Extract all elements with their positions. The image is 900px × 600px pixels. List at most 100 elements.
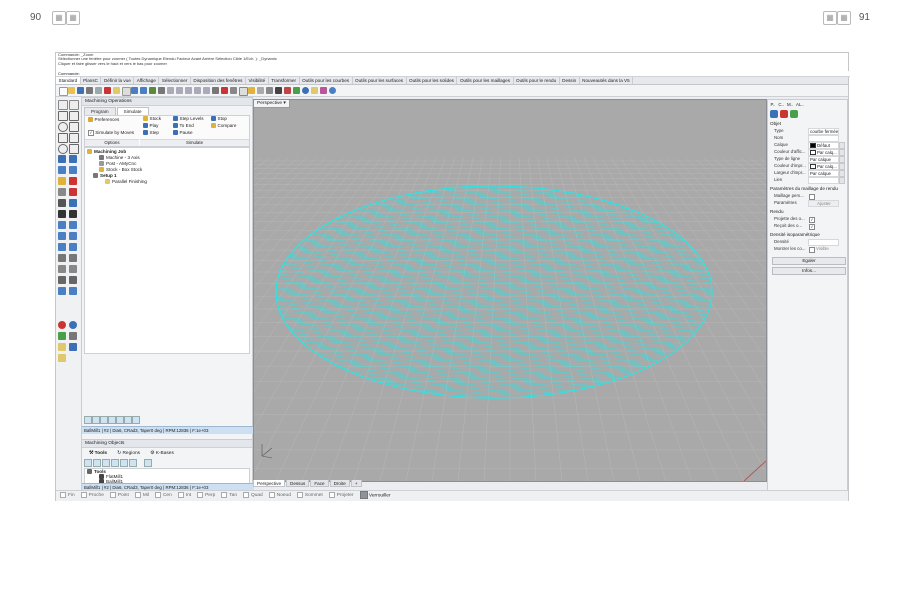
tab-tools[interactable]: ⚒ Tools bbox=[84, 449, 112, 458]
toolbar-tab-curve-tools[interactable]: Outils pour les courbes bbox=[300, 77, 353, 84]
chamfer-mill-icon[interactable] bbox=[111, 459, 119, 467]
simulate-by-moves-checkbox[interactable]: ✓ Simulate by Moves bbox=[88, 130, 134, 136]
sun-icon[interactable] bbox=[58, 343, 66, 351]
dropdown-arrow-icon[interactable] bbox=[839, 156, 845, 163]
osnap-perpendicular[interactable]: Perp bbox=[194, 491, 218, 501]
to-end-button[interactable]: To End bbox=[173, 123, 194, 129]
cut-icon[interactable] bbox=[104, 87, 111, 94]
osnap-near[interactable]: Proche bbox=[78, 491, 107, 501]
revolve-icon[interactable] bbox=[69, 166, 77, 174]
drill-icon[interactable] bbox=[120, 459, 128, 467]
toolbar-tab-display[interactable]: Affichage bbox=[134, 77, 160, 84]
play-button[interactable]: Play bbox=[143, 123, 158, 129]
toolbar-tab-solid-tools[interactable]: Outils pour les solides bbox=[407, 77, 458, 84]
toolbar-tab-transform[interactable]: Transformer bbox=[269, 77, 300, 84]
osnap-mid[interactable]: Mil bbox=[132, 491, 152, 501]
zoom-all-icon[interactable] bbox=[203, 87, 210, 94]
osnap-knot[interactable]: Noeud bbox=[266, 491, 294, 501]
osnap-end[interactable]: Fin bbox=[56, 491, 78, 501]
step-levels-button[interactable]: Step Levels bbox=[173, 116, 204, 122]
tree-node-parallel-finishing[interactable]: Parallel Finishing bbox=[105, 179, 147, 185]
solid-icon[interactable] bbox=[58, 177, 66, 185]
move-icon[interactable] bbox=[58, 232, 66, 240]
copy-icon[interactable] bbox=[113, 87, 120, 94]
dropdown-arrow-icon[interactable] bbox=[839, 142, 845, 149]
texture-icon[interactable] bbox=[311, 87, 318, 94]
paste-icon[interactable] bbox=[122, 87, 131, 96]
hatch-icon[interactable] bbox=[69, 265, 77, 273]
render-mesh-icon[interactable] bbox=[58, 332, 66, 340]
text-icon[interactable] bbox=[58, 265, 66, 273]
light-icon[interactable] bbox=[248, 87, 255, 94]
environment-icon[interactable] bbox=[302, 87, 309, 94]
toolbar-tab-drafting[interactable]: Dessin bbox=[560, 77, 580, 84]
clipping-plane-icon[interactable] bbox=[58, 354, 66, 362]
print-icon[interactable] bbox=[86, 87, 93, 94]
tab-simulate[interactable]: Simulate bbox=[116, 107, 149, 115]
loft-icon[interactable] bbox=[69, 155, 77, 163]
polygon-icon[interactable] bbox=[69, 133, 79, 143]
fillet-icon[interactable] bbox=[58, 199, 66, 207]
lock-icon[interactable] bbox=[266, 87, 273, 94]
trim-icon[interactable] bbox=[58, 210, 66, 218]
toolbar-tab-surface-tools[interactable]: Outils pour les surfaces bbox=[353, 77, 407, 84]
zoom-icon[interactable] bbox=[167, 87, 174, 94]
osnap-point[interactable]: Point bbox=[107, 491, 132, 501]
texture-mapping-icon[interactable] bbox=[790, 110, 798, 118]
toolbar-tab-render-tools[interactable]: Outils pour le rendu bbox=[514, 77, 560, 84]
grid-icon[interactable] bbox=[239, 87, 248, 96]
array-icon[interactable] bbox=[58, 254, 66, 262]
viewport-tab-right[interactable]: Droite bbox=[329, 480, 350, 487]
split-icon[interactable] bbox=[69, 210, 77, 218]
align-icon[interactable] bbox=[69, 254, 77, 262]
perspective-viewport[interactable]: Perspective ▾ bbox=[253, 99, 767, 482]
tab-program[interactable]: Program bbox=[84, 107, 116, 115]
toolbar-tab-select[interactable]: Sélectionner bbox=[159, 77, 191, 84]
check-icon[interactable] bbox=[69, 276, 77, 284]
ball-mill-icon[interactable] bbox=[93, 459, 101, 467]
dropdown-arrow-icon[interactable] bbox=[839, 163, 845, 170]
ellipse-icon[interactable] bbox=[58, 144, 68, 154]
material-icon[interactable] bbox=[293, 87, 300, 94]
compare-button[interactable]: Compare bbox=[211, 123, 236, 129]
dimension-icon[interactable] bbox=[69, 188, 77, 196]
tab-materials[interactable]: M.. bbox=[785, 101, 794, 108]
show-isocurves-checkbox[interactable] bbox=[809, 247, 815, 253]
zoom-extents-icon[interactable] bbox=[185, 87, 192, 94]
camera-icon[interactable] bbox=[69, 332, 77, 340]
stock-button[interactable]: Stock bbox=[143, 116, 161, 122]
offset-icon[interactable] bbox=[69, 199, 77, 207]
osnap-project[interactable]: Projeter bbox=[326, 491, 357, 501]
flat-mill-icon[interactable] bbox=[84, 459, 92, 467]
op-icon-5[interactable] bbox=[116, 416, 124, 424]
point-icon[interactable] bbox=[230, 87, 237, 94]
mirror-icon[interactable] bbox=[69, 243, 77, 251]
osnap-intersection[interactable]: Int bbox=[175, 491, 194, 501]
pause-button[interactable]: Pause bbox=[173, 130, 193, 136]
add-viewport-tab[interactable]: + bbox=[350, 480, 362, 487]
stop-button[interactable]: Stop bbox=[211, 116, 227, 122]
receives-shadows-checkbox[interactable]: ✓ bbox=[809, 224, 815, 230]
osnap-tangent[interactable]: Tan bbox=[218, 491, 240, 501]
toolbar-tab-new-in-v5[interactable]: Nouveautés dans la V5 bbox=[580, 77, 634, 84]
op-icon-1[interactable] bbox=[84, 416, 92, 424]
mesh-icon[interactable] bbox=[58, 188, 66, 196]
ground-plane-icon[interactable] bbox=[69, 343, 77, 351]
tool-library-icon[interactable] bbox=[144, 459, 152, 467]
bull-mill-icon[interactable] bbox=[102, 459, 110, 467]
details-button[interactable]: Infos... bbox=[772, 267, 846, 275]
osnap-vertex[interactable]: Sommet bbox=[294, 491, 326, 501]
toolbar-tab-viewport-layout[interactable]: Disposition des fenêtres bbox=[191, 77, 246, 84]
scale-icon[interactable] bbox=[58, 243, 66, 251]
extrude-icon[interactable] bbox=[58, 166, 66, 174]
pan-icon[interactable] bbox=[149, 87, 156, 94]
tap-icon[interactable] bbox=[129, 459, 137, 467]
lock-toggle[interactable]: Verrouiller bbox=[357, 491, 394, 501]
circle-icon[interactable] bbox=[58, 122, 68, 132]
curve-icon[interactable] bbox=[69, 111, 79, 121]
op-icon-2[interactable] bbox=[92, 416, 100, 424]
zoom-window-icon[interactable] bbox=[176, 87, 183, 94]
adjust-mesh-button[interactable]: Ajuster bbox=[808, 200, 839, 207]
viewport-title[interactable]: Perspective ▾ bbox=[254, 100, 290, 108]
op-icon-4[interactable] bbox=[108, 416, 116, 424]
